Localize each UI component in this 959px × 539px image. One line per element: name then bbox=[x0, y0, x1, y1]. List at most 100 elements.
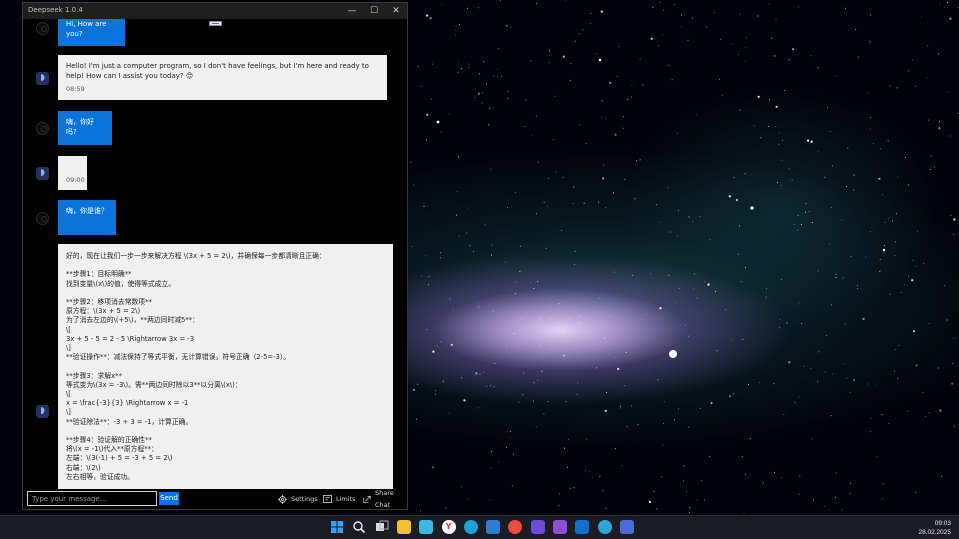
bright-star bbox=[669, 350, 677, 358]
star bbox=[841, 219, 843, 221]
star bbox=[801, 323, 803, 325]
message-input[interactable] bbox=[27, 491, 157, 506]
star bbox=[510, 431, 512, 433]
star bbox=[922, 391, 924, 393]
user-message: Hi, How are you? bbox=[58, 19, 125, 46]
star bbox=[542, 334, 544, 336]
deepseek-avatar-icon: ◗ bbox=[36, 167, 49, 180]
notepad-icon[interactable] bbox=[419, 520, 434, 534]
star bbox=[699, 407, 701, 409]
star bbox=[923, 262, 925, 264]
star bbox=[537, 280, 539, 282]
star bbox=[842, 277, 844, 279]
yandex-browser-icon[interactable]: Y bbox=[441, 520, 456, 534]
star bbox=[491, 244, 493, 246]
star bbox=[474, 88, 476, 90]
star bbox=[440, 131, 442, 133]
star bbox=[791, 179, 793, 181]
minimize-button[interactable]: — bbox=[341, 3, 363, 19]
star bbox=[428, 275, 430, 277]
star bbox=[466, 7, 468, 9]
star bbox=[775, 18, 777, 20]
outlook-icon[interactable] bbox=[575, 520, 590, 534]
star bbox=[855, 28, 857, 30]
star bbox=[623, 116, 624, 118]
star bbox=[693, 273, 695, 275]
star bbox=[579, 124, 581, 126]
settings-button[interactable]: Settings bbox=[278, 493, 318, 505]
star bbox=[596, 357, 598, 359]
deepseek-avatar-icon: ◗ bbox=[36, 405, 49, 418]
close-button[interactable]: ✕ bbox=[385, 3, 407, 19]
chat-scrollbar[interactable] bbox=[407, 19, 409, 489]
star bbox=[780, 278, 782, 280]
share-chat-button[interactable]: Share Chat bbox=[363, 489, 407, 509]
search-icon[interactable] bbox=[352, 520, 366, 534]
visual-studio-icon[interactable] bbox=[553, 520, 567, 534]
scroll-to-bottom-icon[interactable] bbox=[209, 21, 222, 26]
task-view-icon[interactable] bbox=[375, 520, 389, 534]
star bbox=[595, 367, 597, 369]
save-app-icon[interactable] bbox=[530, 520, 545, 534]
star bbox=[659, 307, 662, 310]
star bbox=[601, 100, 603, 102]
star bbox=[500, 75, 502, 77]
star bbox=[420, 85, 422, 87]
star bbox=[511, 485, 513, 487]
star bbox=[452, 309, 454, 311]
star bbox=[426, 113, 429, 116]
bright-star bbox=[598, 58, 602, 62]
star bbox=[687, 39, 689, 41]
deepseek-icon[interactable] bbox=[619, 520, 634, 534]
star bbox=[930, 155, 932, 157]
star bbox=[798, 396, 800, 398]
star bbox=[639, 58, 641, 60]
star bbox=[484, 224, 486, 226]
star bbox=[835, 75, 837, 77]
star bbox=[555, 171, 557, 173]
app-icon[interactable] bbox=[486, 520, 501, 534]
limits-button[interactable]: Limits bbox=[323, 493, 356, 505]
star bbox=[778, 143, 780, 145]
star bbox=[744, 267, 746, 269]
title-bar[interactable]: Deepseek 1.0.4 — ☐ ✕ bbox=[23, 3, 407, 19]
edge-icon[interactable] bbox=[463, 520, 478, 534]
star bbox=[739, 109, 741, 111]
star bbox=[468, 66, 470, 68]
star bbox=[788, 59, 790, 61]
star bbox=[769, 99, 770, 101]
star bbox=[928, 322, 930, 324]
star bbox=[801, 224, 802, 225]
star bbox=[748, 384, 749, 386]
file-explorer-icon[interactable] bbox=[396, 520, 411, 534]
star bbox=[603, 164, 605, 166]
star bbox=[455, 214, 457, 216]
star bbox=[565, 0, 567, 1]
chat-area[interactable]: Hi, How are you? ◗ Hello! I'm just a com… bbox=[23, 19, 407, 489]
star bbox=[876, 456, 878, 458]
star bbox=[741, 456, 743, 458]
star bbox=[745, 47, 747, 49]
star bbox=[715, 291, 716, 292]
star bbox=[456, 191, 458, 193]
chrome-icon[interactable] bbox=[508, 520, 523, 534]
message-text: 嗨，你是谁？ bbox=[66, 207, 108, 215]
star bbox=[847, 147, 849, 149]
star bbox=[894, 241, 896, 243]
star bbox=[674, 4, 676, 6]
star bbox=[514, 293, 516, 294]
maximize-button[interactable]: ☐ bbox=[363, 3, 385, 19]
star bbox=[888, 217, 890, 219]
star bbox=[830, 415, 832, 417]
star bbox=[417, 66, 419, 68]
telegram-icon[interactable] bbox=[597, 520, 612, 534]
star bbox=[897, 176, 899, 178]
star bbox=[782, 139, 784, 141]
message-text: 嗨，你好吗? bbox=[66, 118, 94, 136]
clock-time[interactable]: 09:03 bbox=[935, 520, 951, 527]
star bbox=[574, 250, 576, 252]
star bbox=[448, 113, 450, 115]
clock-date[interactable]: 28.02.2025 bbox=[918, 529, 951, 536]
start-icon[interactable] bbox=[330, 520, 344, 534]
send-button[interactable]: Send bbox=[159, 492, 179, 505]
